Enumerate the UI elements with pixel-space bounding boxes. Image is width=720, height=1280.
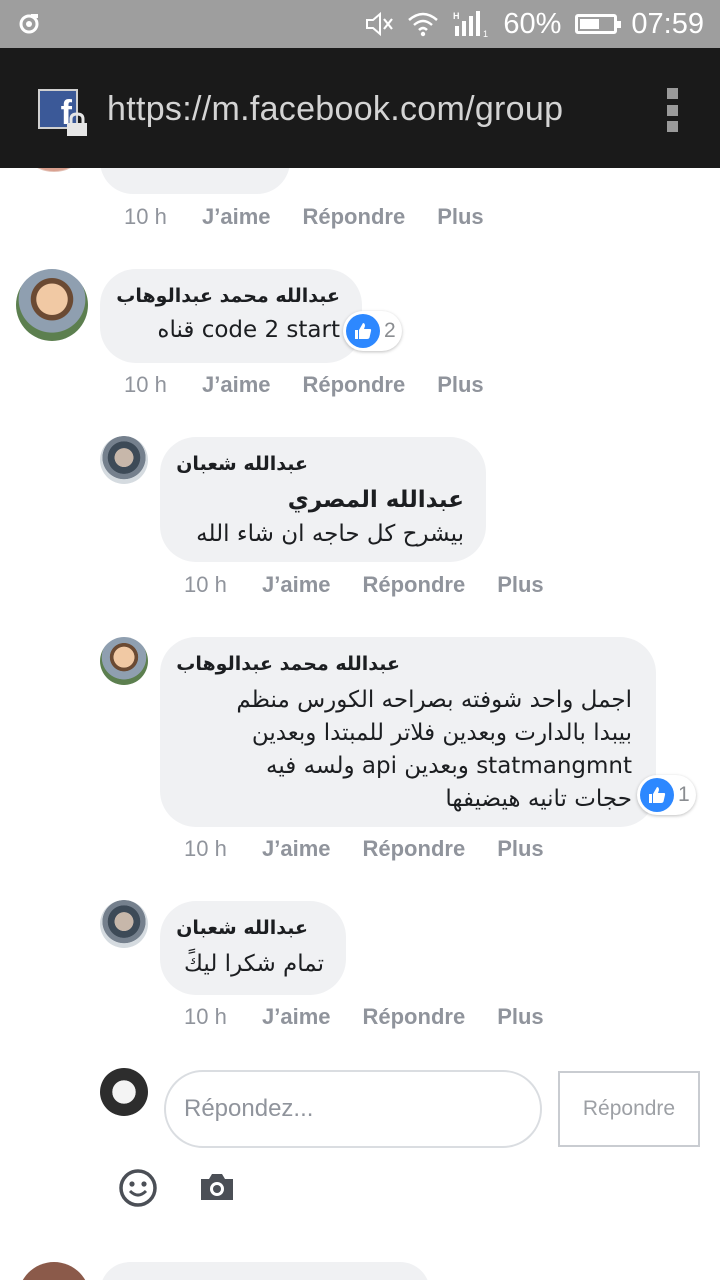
- mention-link[interactable]: عبدالله المصري: [288, 487, 464, 513]
- avatar[interactable]: [18, 1262, 90, 1280]
- battery-percent: 60%: [503, 7, 562, 40]
- comment-actions: 10 h J’aime Répondre Plus: [184, 836, 576, 862]
- battery-icon: [575, 14, 622, 34]
- comment-author[interactable]: عبدالله محمد عبدالوهاب: [116, 285, 340, 307]
- current-user-avatar: [100, 1068, 148, 1116]
- svg-text:H: H: [453, 11, 460, 21]
- url-text[interactable]: https://m.facebook.com/group: [107, 90, 563, 129]
- reply-link[interactable]: Répondre: [303, 372, 406, 398]
- reply-input[interactable]: [164, 1070, 542, 1148]
- mute-icon: [366, 11, 394, 37]
- comment-text: statmangmnt وبعدين api ولسه فيه: [266, 753, 632, 779]
- comment-text: بيبدا بالدارت وبعدين فلاتر للمبتدا وبعدي…: [251, 720, 632, 746]
- comment-text: اجمل واحد شوفته بصراحه الكورس منظم: [236, 687, 632, 713]
- comment-time[interactable]: 10 h: [124, 204, 202, 230]
- comment-author[interactable]: عبدالله شعبان: [176, 917, 308, 939]
- avatar[interactable]: [16, 269, 88, 341]
- comment-thread: Up 10 h J’aime Répondre Plus عبدالله محم…: [0, 168, 720, 1280]
- emoji-icon[interactable]: [118, 1168, 158, 1208]
- facebook-lock-icon: f: [38, 89, 92, 143]
- status-bar: H 1 60% 07:59: [0, 0, 720, 48]
- like-link[interactable]: J’aime: [262, 836, 331, 862]
- signal-icon: H 1: [453, 11, 488, 38]
- battery-level: [580, 19, 600, 29]
- browser-url-bar: f https://m.facebook.com/group: [0, 48, 720, 168]
- comment-actions: 10 h J’aime Répondre Plus: [124, 372, 516, 398]
- reply-link[interactable]: Répondre: [363, 836, 466, 862]
- comment-actions: 10 h J’aime Répondre Plus: [124, 204, 516, 230]
- reply-link[interactable]: Répondre: [303, 204, 406, 230]
- app-notification-icon: [19, 14, 39, 34]
- avatar[interactable]: [18, 168, 90, 172]
- comment-bubble: عبدالله محمد عبدالوهاب اجمل واحد شوفته ب…: [160, 637, 656, 827]
- comment-bubble: عبدالله شعبان عبدالله المصري بيشرح كل حا…: [160, 437, 486, 562]
- like-reaction-icon: [640, 778, 674, 812]
- comment-actions: 10 h J’aime Répondre Plus: [184, 572, 576, 598]
- reaction-count[interactable]: 1: [637, 775, 696, 815]
- comment-text: code 2 start قناه: [157, 317, 340, 343]
- comment-bubble: عبدالله محمد عبدالوهاب code 2 start قناه: [100, 269, 362, 363]
- like-link[interactable]: J’aime: [262, 1004, 331, 1030]
- like-reaction-icon: [346, 314, 380, 348]
- avatar[interactable]: [100, 900, 148, 948]
- comment-time[interactable]: 10 h: [184, 572, 262, 598]
- overflow-menu-icon[interactable]: [666, 88, 678, 132]
- more-link[interactable]: Plus: [497, 836, 543, 862]
- like-link[interactable]: J’aime: [262, 572, 331, 598]
- comment-text: بيشرح كل حاجه ان شاء الله: [196, 521, 464, 547]
- more-link[interactable]: Plus: [437, 204, 483, 230]
- camera-icon[interactable]: [198, 1171, 236, 1203]
- wifi-icon: [408, 12, 439, 37]
- comment-bubble: عبدالله شعبان تمام شكرا ليكً: [160, 901, 346, 995]
- reply-link[interactable]: Répondre: [363, 572, 466, 598]
- comment-author[interactable]: عبدالله شعبان: [176, 453, 308, 475]
- more-link[interactable]: Plus: [437, 372, 483, 398]
- like-link[interactable]: J’aime: [202, 204, 271, 230]
- comment-bubble: Up: [100, 168, 290, 194]
- comment-bubble: [100, 1262, 430, 1280]
- comment-actions: 10 h J’aime Répondre Plus: [184, 1004, 576, 1030]
- comment-text: حجات تانيه هيضيفها: [445, 786, 632, 812]
- like-link[interactable]: J’aime: [202, 372, 271, 398]
- more-link[interactable]: Plus: [497, 572, 543, 598]
- comment-time[interactable]: 10 h: [184, 836, 262, 862]
- comment-time[interactable]: 10 h: [184, 1004, 262, 1030]
- avatar[interactable]: [100, 637, 148, 685]
- status-time: 07:59: [631, 7, 704, 40]
- more-link[interactable]: Plus: [497, 1004, 543, 1030]
- reply-link[interactable]: Répondre: [363, 1004, 466, 1030]
- comment-author[interactable]: عبدالله محمد عبدالوهاب: [176, 653, 400, 675]
- comment-text: تمام شكرا ليكً: [184, 951, 324, 977]
- reaction-count[interactable]: 2: [343, 311, 402, 351]
- avatar[interactable]: [100, 436, 148, 484]
- reply-submit-button[interactable]: Répondre: [558, 1071, 700, 1147]
- comment-time[interactable]: 10 h: [124, 372, 202, 398]
- svg-text:1: 1: [483, 29, 488, 38]
